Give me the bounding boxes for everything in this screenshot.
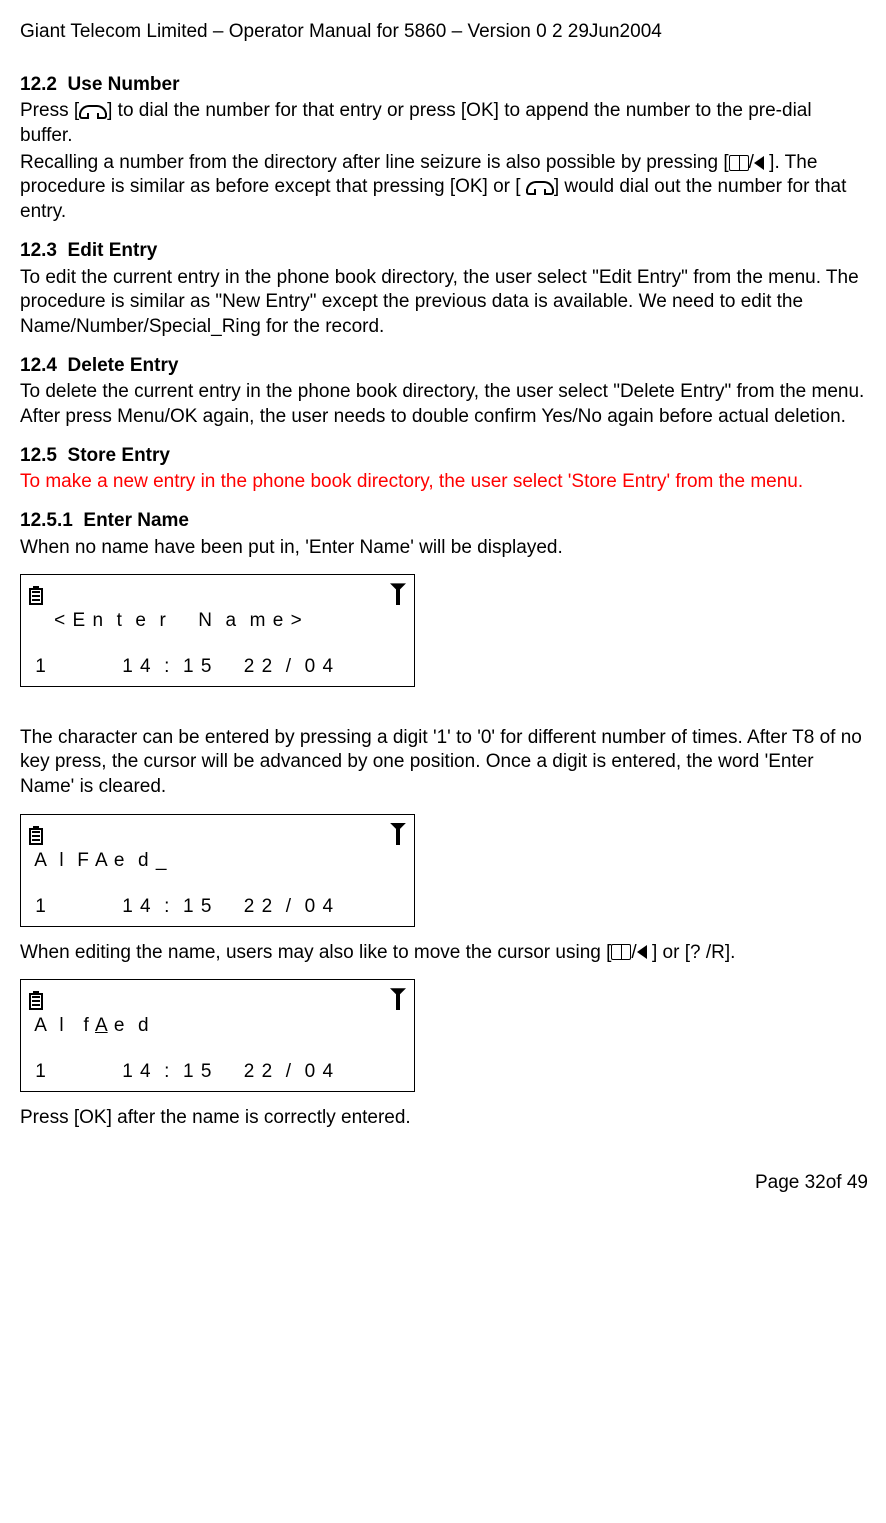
paragraph: When no name have been put in, 'Enter Na… [20,536,868,561]
battery-icon [29,583,43,605]
signal-icon [390,583,406,605]
phone-icon [526,181,554,193]
lcd-display-enter-name: < E n t e r N a m e > 1 1 4 : 1 5 2 2 / … [20,574,415,687]
paragraph: Recalling a number from the directory af… [20,151,868,225]
text: e d [108,1015,150,1036]
text: Press [ [20,100,79,121]
paragraph: Press [] to dial the number for that ent… [20,99,868,148]
lcd-icon-row [29,986,406,1012]
paragraph: To edit the current entry in the phone b… [20,266,868,340]
lcd-display-typing: A l F A e d _ 1 1 4 : 1 5 2 2 / 0 4 [20,814,415,927]
left-arrow-icon [754,156,764,170]
section-heading-edit-entry: 12.3 Edit Entry [20,239,868,264]
phone-icon [79,105,107,117]
left-arrow-icon [637,945,647,959]
paragraph: To delete the current entry in the phone… [20,380,868,429]
text: A l f [29,1015,95,1036]
lcd-text-line: A l f A e d [29,1014,406,1038]
cursor-char: A [95,1015,108,1036]
section-num: 12.5 [20,445,57,466]
battery-icon [29,988,43,1010]
lcd-text-line: A l F A e d _ [29,849,406,873]
lcd-status-line: 1 1 4 : 1 5 2 2 / 0 4 [29,895,406,920]
signal-icon [390,988,406,1010]
section-num: 12.3 [20,240,57,261]
lcd-status-line: 1 1 4 : 1 5 2 2 / 0 4 [29,1060,406,1085]
section-title: Delete Entry [68,355,179,376]
text: ] or [? /R]. [647,942,736,963]
lcd-blank-line [29,633,406,655]
text: Recalling a number from the directory af… [20,152,729,173]
section-heading-delete-entry: 12.4 Delete Entry [20,354,868,379]
lcd-icon-row [29,581,406,607]
section-num: 12.4 [20,355,57,376]
document-header: Giant Telecom Limited – Operator Manual … [20,20,868,45]
page-footer: Page 32of 49 [20,1171,868,1196]
lcd-blank-line [29,873,406,895]
section-title: Use Number [68,74,180,95]
section-num: 12.2 [20,74,57,95]
lcd-status-line: 1 1 4 : 1 5 2 2 / 0 4 [29,655,406,680]
text: When editing the name, users may also li… [20,942,611,963]
lcd-icon-row [29,821,406,847]
signal-icon [390,823,406,845]
section-heading-use-number: 12.2 Use Number [20,73,868,98]
text: ] to dial the number for that entry or p… [20,100,812,146]
paragraph: Press [OK] after the name is correctly e… [20,1106,868,1131]
lcd-blank-line [29,1038,406,1060]
battery-icon [29,823,43,845]
section-heading-store-entry: 12.5 Store Entry [20,444,868,469]
book-icon [729,155,749,171]
section-title: Edit Entry [68,240,158,261]
paragraph: The character can be entered by pressing… [20,726,868,800]
paragraph: To make a new entry in the phone book di… [20,470,868,495]
lcd-display-cursor: A l f A e d 1 1 4 : 1 5 2 2 / 0 4 [20,979,415,1092]
section-title: Store Entry [68,445,170,466]
section-heading-enter-name: 12.5.1 Enter Name [20,509,868,534]
lcd-text-line: < E n t e r N a m e > [29,609,406,633]
book-icon [611,944,631,960]
section-num: 12.5.1 [20,510,73,531]
section-title: Enter Name [83,510,189,531]
paragraph: When editing the name, users may also li… [20,941,868,966]
